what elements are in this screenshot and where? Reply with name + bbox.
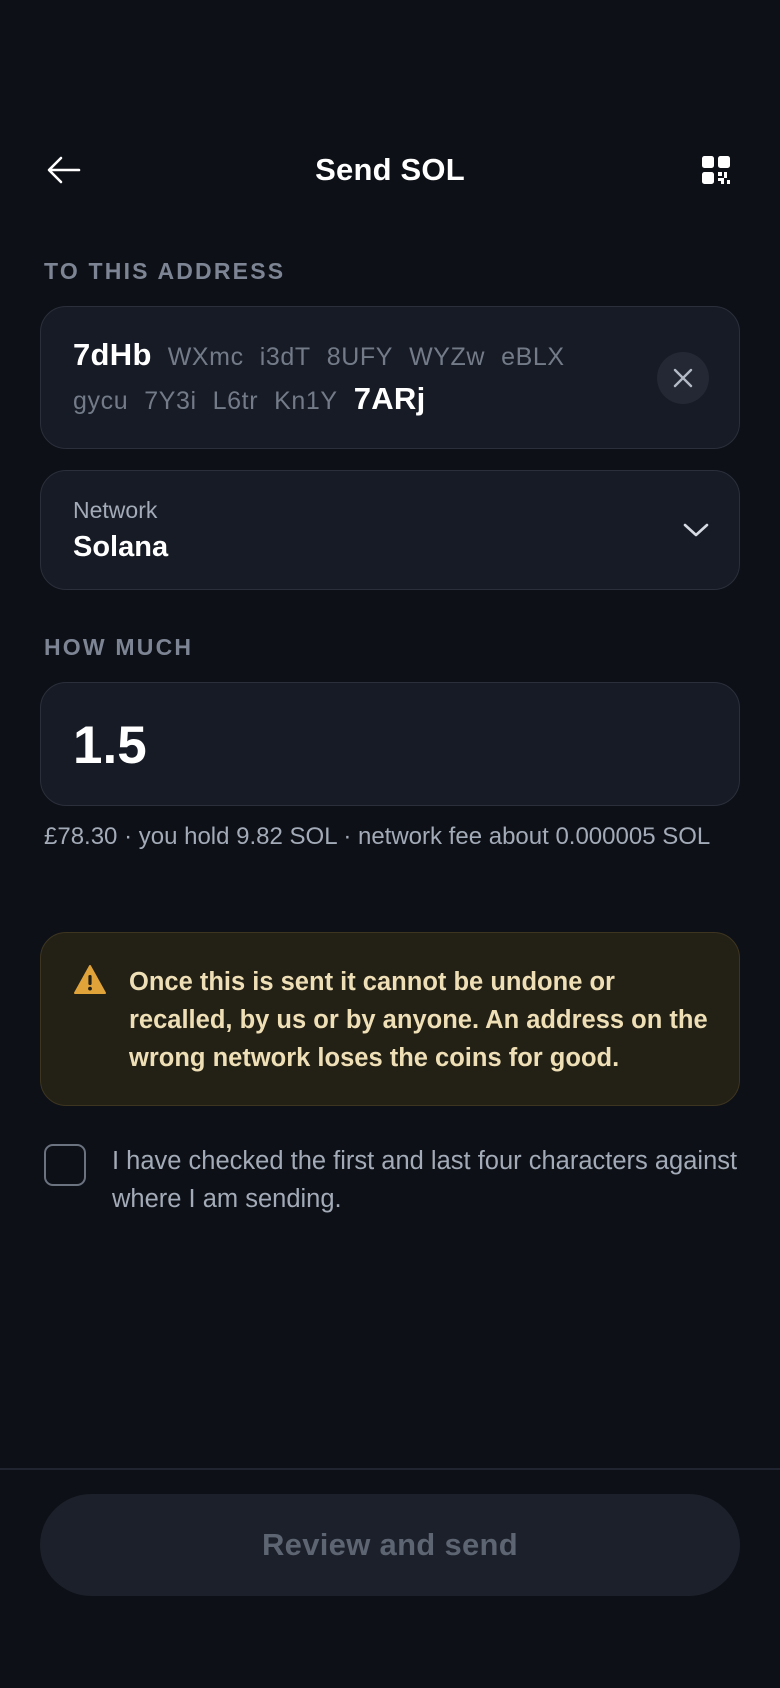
irreversible-warning: Once this is sent it cannot be undone or… [40,932,740,1106]
address-chunk: 8UFY [326,343,394,371]
amount-input[interactable] [73,705,693,785]
network-label: Network [73,497,158,523]
address-line-1: 7dHb WXmc i3dT 8UFY WYZw eBLX [73,337,633,381]
address-chunk: WYZw [409,343,486,371]
review-and-send-button[interactable]: Review and send [40,1494,740,1596]
confirm-checkbox[interactable] [44,1144,86,1186]
chevron-down-icon [681,515,711,545]
footer-divider [0,1468,780,1470]
confirm-label: I have checked the first and last four c… [112,1147,738,1213]
address-display: 7dHb WXmc i3dT 8UFY WYZw eBLX gycu 7Y3i … [73,337,633,425]
address-chunk: 7Y3i [144,387,197,415]
amount-section-label: HOW MUCH [44,634,194,660]
address-chunk: Kn1Y [274,387,338,415]
address-chunk: gycu [73,387,129,415]
address-section-label: TO THIS ADDRESS [44,258,286,284]
warning-text: Once this is sent it cannot be undone or… [129,968,708,1072]
scan-qr-button[interactable] [692,146,740,194]
address-check-confirmation[interactable]: I have checked the first and last four c… [44,1144,744,1224]
address-line-2: gycu 7Y3i L6tr Kn1Y 7ARj [73,381,633,425]
network-select[interactable]: Network Solana [40,470,740,590]
network-value: Solana [73,531,169,563]
amount-hint: £78.30 · you hold 9.82 SOL · network fee… [44,823,711,850]
address-chunk: i3dT [259,343,311,371]
address-chunk: 7ARj [353,381,426,416]
address-chunk: WXmc [167,343,244,371]
address-field[interactable]: 7dHb WXmc i3dT 8UFY WYZw eBLX gycu 7Y3i … [40,306,740,449]
qr-code-icon [702,156,730,184]
warning-triangle-icon [74,965,106,994]
amount-field[interactable] [40,682,740,806]
page-title: Send SOL [315,152,465,187]
address-chunk: eBLX [501,343,565,371]
address-chunk: L6tr [212,387,259,415]
close-icon [673,368,693,388]
clear-address-button[interactable] [657,352,709,404]
address-chunk: 7dHb [73,337,152,372]
top-bar: Send SOL [0,130,780,210]
